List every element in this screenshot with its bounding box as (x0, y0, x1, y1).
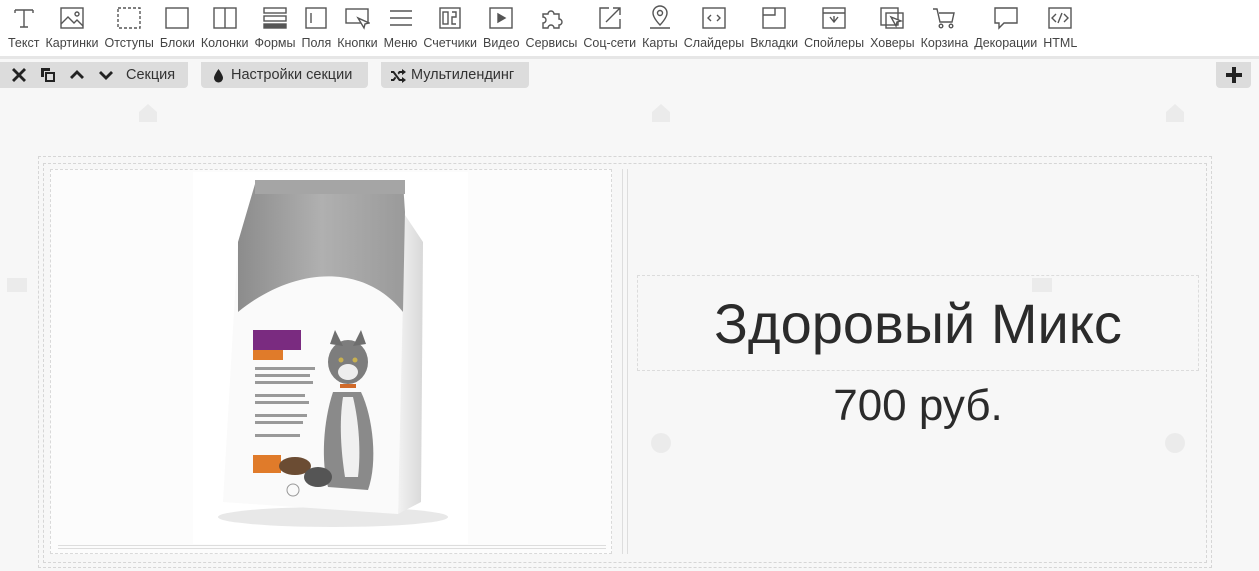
tool-label: Колонки (200, 36, 249, 50)
tool-tabs[interactable]: Вкладки (747, 0, 801, 56)
tool-label: Отступы (104, 36, 154, 50)
tool-decorations[interactable]: Декорации (971, 0, 1040, 56)
multilanding-button[interactable]: Мультилендинг (381, 62, 529, 88)
watermark-icon (135, 100, 161, 131)
section-settings-label: Настройки секции (231, 67, 353, 83)
slider-icon (700, 3, 728, 33)
tool-services[interactable]: Сервисы (523, 0, 581, 56)
widget-toolbar: Текст Картинки Отступы Блоки Колонки Фор… (0, 0, 1259, 59)
counters-icon (436, 3, 464, 33)
tool-label: Формы (254, 36, 296, 50)
tool-menu[interactable]: Меню (381, 0, 421, 56)
tool-label: HTML (1043, 36, 1078, 50)
tool-cart[interactable]: Корзина (918, 0, 972, 56)
horizontal-scrollbar[interactable] (58, 545, 606, 549)
tool-label: Сервисы (525, 36, 578, 50)
tool-label: Меню (383, 36, 418, 50)
fields-icon (302, 3, 330, 33)
columns-icon (211, 3, 239, 33)
tool-label: Карты (642, 36, 678, 50)
tool-forms[interactable]: Формы (252, 0, 299, 56)
tool-label: Видео (483, 36, 520, 50)
tool-images[interactable]: Картинки (42, 0, 101, 56)
hover-icon (878, 3, 906, 33)
duplicate-icon[interactable] (33, 62, 62, 88)
tool-label: Корзина (920, 36, 969, 50)
tool-fields[interactable]: Поля (299, 0, 335, 56)
section-settings-button[interactable]: Настройки секции (201, 62, 368, 88)
tool-html[interactable]: HTML (1040, 0, 1080, 56)
forms-icon (261, 3, 289, 33)
watermark-icon (1162, 100, 1188, 131)
tool-label: Картинки (45, 36, 99, 50)
tool-counters[interactable]: Счетчики (420, 0, 480, 56)
plus-icon (1225, 67, 1242, 83)
tool-label: Кнопки (337, 36, 378, 50)
chevron-down-icon[interactable] (91, 62, 120, 88)
social-icon (596, 3, 624, 33)
block-icon (163, 3, 191, 33)
map-icon (646, 3, 674, 33)
text-icon (10, 3, 38, 33)
tool-sliders[interactable]: Слайдеры (681, 0, 747, 56)
section-label: Секция (126, 67, 176, 83)
image-icon (58, 3, 86, 33)
chevron-up-icon[interactable] (62, 62, 91, 88)
tool-label: Текст (8, 36, 40, 50)
spacing-icon (115, 3, 143, 33)
tool-blocks[interactable]: Блоки (157, 0, 198, 56)
decoration-icon (992, 3, 1020, 33)
product-image[interactable] (193, 172, 468, 544)
cart-icon (930, 3, 958, 33)
tool-hovers[interactable]: Ховеры (867, 0, 918, 56)
product-title: Здоровый Микс (714, 291, 1122, 355)
tool-maps[interactable]: Карты (639, 0, 681, 56)
tool-spacing[interactable]: Отступы (101, 0, 156, 56)
tool-buttons[interactable]: Кнопки (334, 0, 380, 56)
watermark-icon (4, 272, 30, 303)
section-controls: Секция (0, 62, 188, 88)
tool-columns[interactable]: Колонки (198, 0, 252, 56)
tool-label: Ховеры (870, 36, 915, 50)
tool-video[interactable]: Видео (480, 0, 523, 56)
tool-label: Соц-сети (583, 36, 637, 50)
tool-label: Блоки (159, 36, 195, 50)
tool-label: Поля (301, 36, 332, 50)
tool-text[interactable]: Текст (5, 0, 42, 56)
product-title-box[interactable]: Здоровый Микс (637, 275, 1199, 371)
tool-label: Счетчики (423, 36, 478, 50)
buttons-icon (343, 3, 371, 33)
menu-icon (387, 3, 415, 33)
add-section-button[interactable] (1216, 62, 1251, 88)
cat-food-bag-image (218, 180, 448, 527)
close-icon[interactable] (4, 62, 33, 88)
multilanding-label: Мультилендинг (411, 67, 515, 83)
html-icon (1046, 3, 1074, 33)
watermark-icon (648, 100, 674, 131)
shuffle-icon (391, 68, 406, 83)
drop-icon (214, 68, 223, 82)
tool-label: Декорации (974, 36, 1038, 50)
tool-label: Вкладки (750, 36, 799, 50)
tool-social[interactable]: Соц-сети (580, 0, 639, 56)
tool-label: Спойлеры (804, 36, 865, 50)
tool-spoilers[interactable]: Спойлеры (801, 0, 867, 56)
spoiler-icon (820, 3, 848, 33)
tabs-icon (760, 3, 788, 33)
product-price: 700 руб. (833, 381, 1003, 430)
video-icon (487, 3, 515, 33)
tool-label: Слайдеры (683, 36, 745, 50)
services-icon (537, 3, 565, 33)
section-bar: Секция Настройки секции Мультилендинг (0, 62, 1259, 90)
